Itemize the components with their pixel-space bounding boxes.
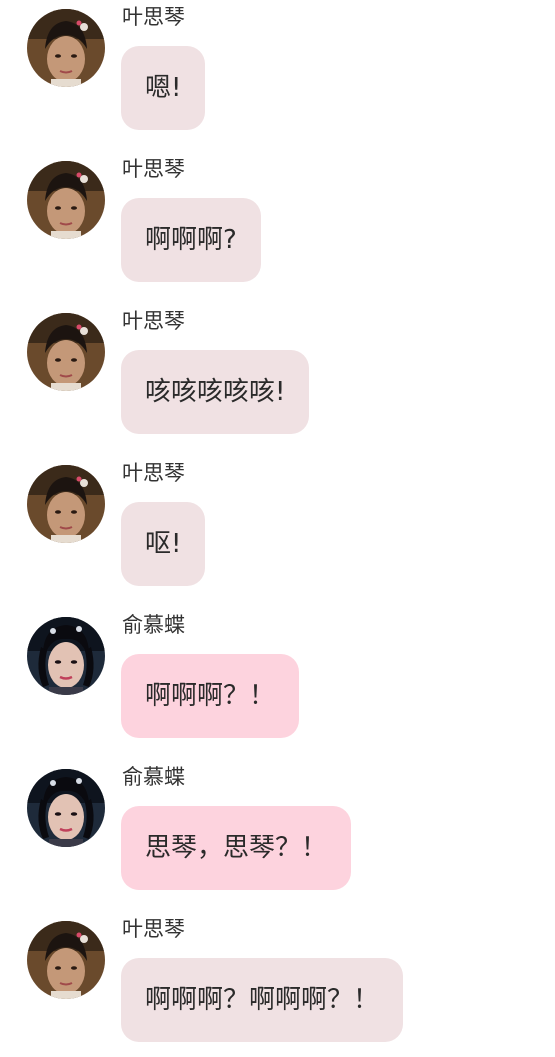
sender-name: 叶思琴 xyxy=(122,309,185,333)
message-bubble[interactable]: 呕! xyxy=(121,502,206,586)
sender-name: 叶思琴 xyxy=(122,5,185,29)
sender-name: 俞慕蝶 xyxy=(122,613,185,637)
yu-mudie-avatar[interactable] xyxy=(27,769,105,847)
ye-sijin-avatar[interactable] xyxy=(27,921,105,999)
message-row: 叶思琴 啊啊啊? xyxy=(0,152,555,292)
chat-thread: 叶思琴 嗯! 叶思琴 啊啊啊? 叶思琴 咳咳咳咳咳! 叶思琴 呕! 俞慕蝶 啊啊… xyxy=(0,0,555,1057)
message-row: 俞慕蝶 思琴，思琴？！ xyxy=(0,760,555,900)
message-bubble[interactable]: 嗯! xyxy=(121,46,206,130)
sender-name: 叶思琴 xyxy=(122,917,185,941)
message-row: 俞慕蝶 啊啊啊？！ xyxy=(0,608,555,748)
sender-name: 叶思琴 xyxy=(122,157,185,181)
ye-sijin-avatar[interactable] xyxy=(27,313,105,391)
sender-name: 俞慕蝶 xyxy=(122,765,185,789)
message-row: 叶思琴 嗯! xyxy=(0,0,555,140)
ye-sijin-avatar[interactable] xyxy=(27,9,105,87)
message-bubble[interactable]: 啊啊啊？啊啊啊？！ xyxy=(121,958,404,1042)
sender-name: 叶思琴 xyxy=(122,461,185,485)
message-bubble[interactable]: 啊啊啊？！ xyxy=(121,654,300,738)
yu-mudie-avatar[interactable] xyxy=(27,617,105,695)
message-bubble[interactable]: 思琴，思琴？！ xyxy=(121,806,352,890)
message-row: 叶思琴 啊啊啊？啊啊啊？！ xyxy=(0,912,555,1052)
message-bubble[interactable]: 咳咳咳咳咳! xyxy=(121,350,310,434)
message-bubble[interactable]: 啊啊啊? xyxy=(121,198,261,282)
message-row: 叶思琴 呕! xyxy=(0,456,555,596)
message-row: 叶思琴 咳咳咳咳咳! xyxy=(0,304,555,444)
ye-sijin-avatar[interactable] xyxy=(27,465,105,543)
ye-sijin-avatar[interactable] xyxy=(27,161,105,239)
